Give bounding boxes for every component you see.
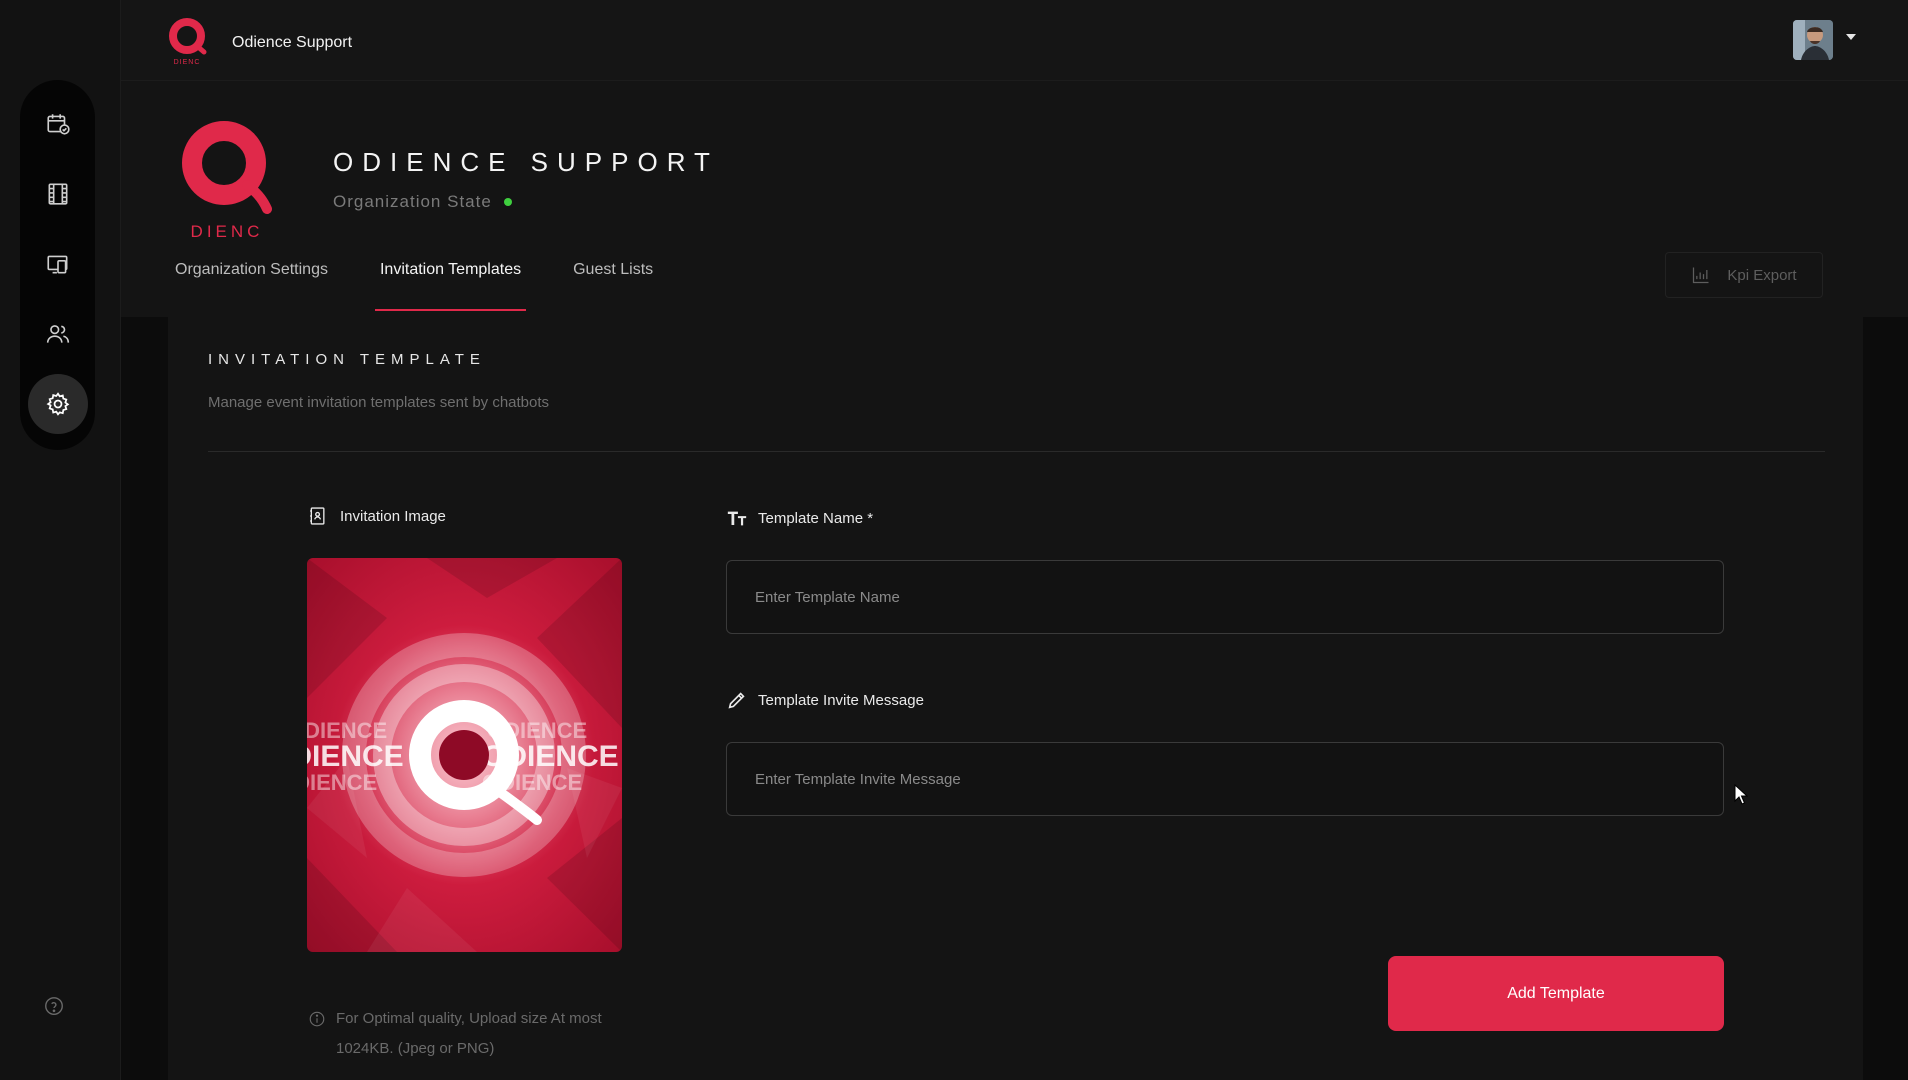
org-logo: DIENC xyxy=(182,121,272,241)
upload-hint-text: For Optimal quality, Upload size At most… xyxy=(336,1010,602,1057)
section-subtitle: Manage event invitation templates sent b… xyxy=(208,394,550,411)
page-title: ODIENCE SUPPORT xyxy=(333,147,719,177)
users-icon xyxy=(46,325,70,343)
svg-text:DIENC: DIENC xyxy=(191,222,264,241)
template-panel: INVITATION TEMPLATE Manage event invitat… xyxy=(168,317,1863,1080)
tab-invitation-templates[interactable]: Invitation Templates xyxy=(374,261,527,311)
sidebar-item-settings[interactable] xyxy=(28,374,88,434)
upload-hint: For Optimal quality, Upload size At most… xyxy=(308,1004,638,1064)
help-button[interactable] xyxy=(40,992,68,1020)
template-message-input[interactable] xyxy=(726,742,1724,816)
svg-text:DIENC: DIENC xyxy=(174,59,201,66)
invitation-image-preview[interactable]: ODIENCE ODIENCE ODIENCE ODIENCE ODIENCE … xyxy=(307,558,622,952)
devices-icon xyxy=(47,255,68,274)
mouse-cursor-icon xyxy=(1734,784,1748,805)
org-header: DIENC ODIENCE SUPPORT Organization State… xyxy=(121,81,1908,317)
bar-chart-icon xyxy=(1693,267,1709,284)
sidebar-nav xyxy=(20,80,95,450)
status-dot xyxy=(503,198,512,206)
org-state-label: Organization State xyxy=(333,192,492,211)
text-size-icon xyxy=(727,511,747,526)
chevron-down-icon[interactable] xyxy=(1846,34,1856,40)
top-bar: DIENC Odience Support xyxy=(121,0,1908,81)
template-name-input[interactable] xyxy=(726,560,1724,634)
section-title: INVITATION TEMPLATE xyxy=(208,351,486,368)
help-circle-icon xyxy=(45,997,63,1015)
gear-icon xyxy=(46,392,70,416)
calendar-check-icon xyxy=(47,114,70,135)
org-state: Organization State xyxy=(333,192,512,212)
film-strip-icon xyxy=(48,183,68,205)
sidebar-item-devices[interactable] xyxy=(28,234,88,294)
svg-text:ODIENCE: ODIENCE xyxy=(307,770,377,795)
contact-card-icon xyxy=(310,507,325,525)
invitation-image-label: Invitation Image xyxy=(308,505,446,527)
template-message-label: Template Invite Message xyxy=(726,689,924,711)
tab-guest-lists[interactable]: Guest Lists xyxy=(568,261,658,301)
sidebar xyxy=(0,0,121,1080)
avatar[interactable] xyxy=(1793,20,1833,60)
add-template-button[interactable]: Add Template xyxy=(1388,956,1724,1031)
svg-text:ODIENCE: ODIENCE xyxy=(307,740,404,773)
kpi-export-button[interactable]: Kpi Export xyxy=(1665,252,1823,298)
pencil-icon xyxy=(728,692,745,709)
tab-organization-settings[interactable]: Organization Settings xyxy=(170,261,333,301)
tab-bar: Organization Settings Invitation Templat… xyxy=(170,261,700,311)
org-name: Odience Support xyxy=(232,34,353,51)
info-icon xyxy=(309,1011,325,1027)
odience-logo[interactable]: DIENC xyxy=(167,18,207,66)
kpi-export-label: Kpi Export xyxy=(1727,266,1797,284)
sidebar-item-users[interactable] xyxy=(28,304,88,364)
template-name-label: Template Name * xyxy=(726,507,873,529)
divider xyxy=(208,451,1825,452)
sidebar-item-calendar[interactable] xyxy=(28,94,88,154)
sidebar-item-media[interactable] xyxy=(28,164,88,224)
